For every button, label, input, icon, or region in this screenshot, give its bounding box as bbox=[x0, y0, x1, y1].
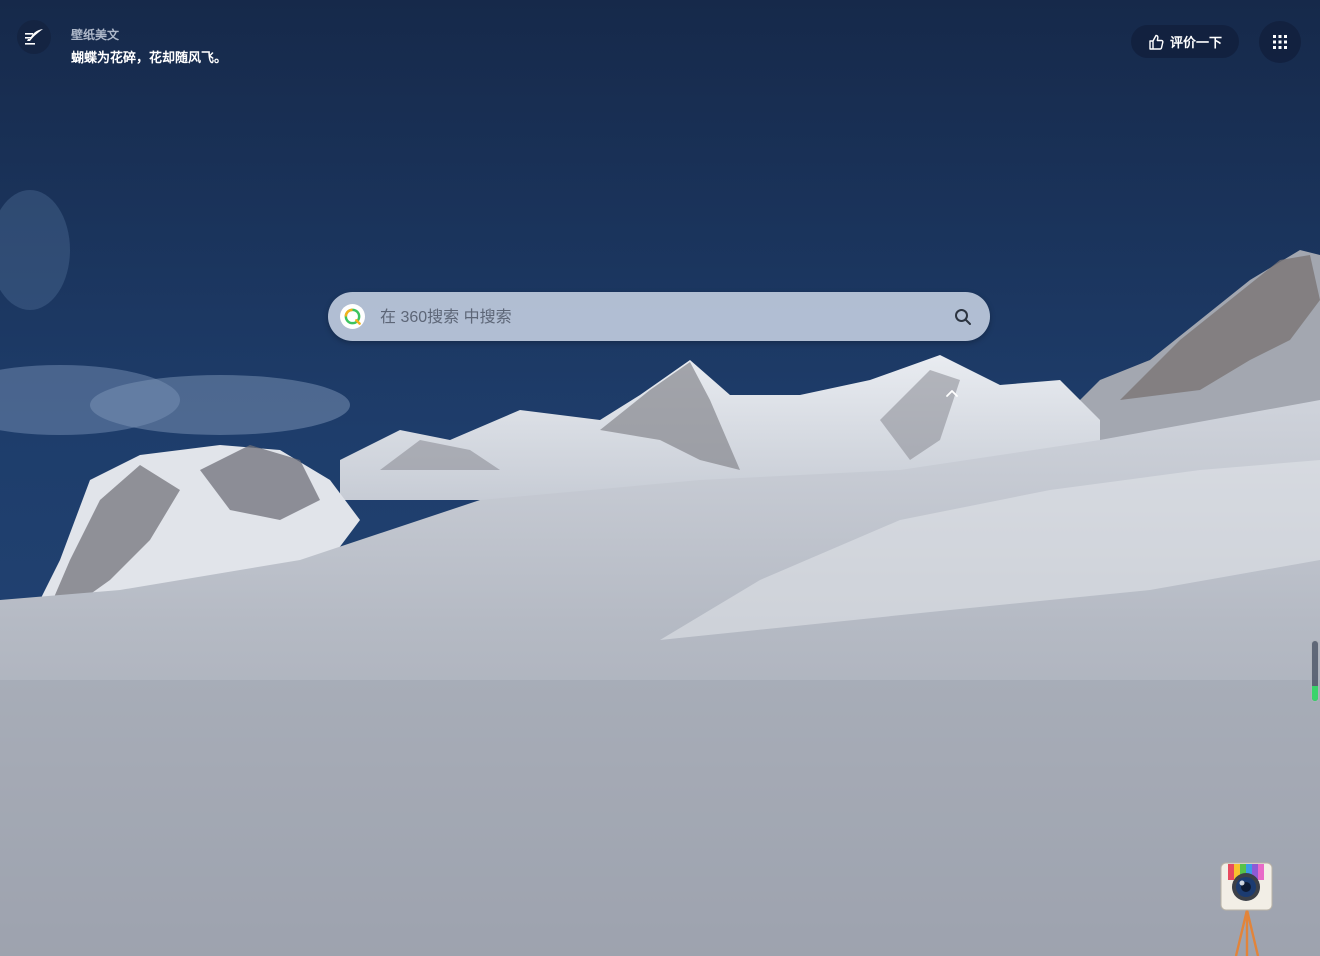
thumbs-up-icon bbox=[1149, 34, 1164, 50]
rate-button-label: 评价一下 bbox=[1169, 35, 1222, 50]
grid-dots-icon bbox=[1273, 35, 1287, 49]
search-engine-selector[interactable] bbox=[340, 304, 365, 329]
search-submit-button[interactable] bbox=[952, 306, 974, 328]
search-icon bbox=[955, 309, 971, 325]
chevron-up-icon[interactable] bbox=[944, 386, 960, 400]
wallpaper-background bbox=[0, 0, 1320, 956]
search-input[interactable] bbox=[378, 292, 942, 343]
camera-widget-icon bbox=[1220, 862, 1273, 956]
apps-menu-button[interactable] bbox=[1259, 21, 1301, 63]
scroll-indicator-fill bbox=[1312, 686, 1318, 701]
search-bar bbox=[328, 292, 990, 343]
quote-button[interactable] bbox=[17, 20, 51, 54]
quote-text[interactable]: 蝴蝶为花碎，花却随风飞。 bbox=[71, 47, 227, 66]
quote-title: 壁纸美文 bbox=[71, 28, 120, 42]
camera-widget[interactable] bbox=[1218, 860, 1276, 956]
rate-button[interactable]: 评价一下 bbox=[1131, 25, 1239, 58]
quill-icon bbox=[25, 29, 43, 45]
scroll-indicator[interactable] bbox=[1311, 640, 1319, 702]
360-search-logo-icon bbox=[344, 308, 361, 325]
